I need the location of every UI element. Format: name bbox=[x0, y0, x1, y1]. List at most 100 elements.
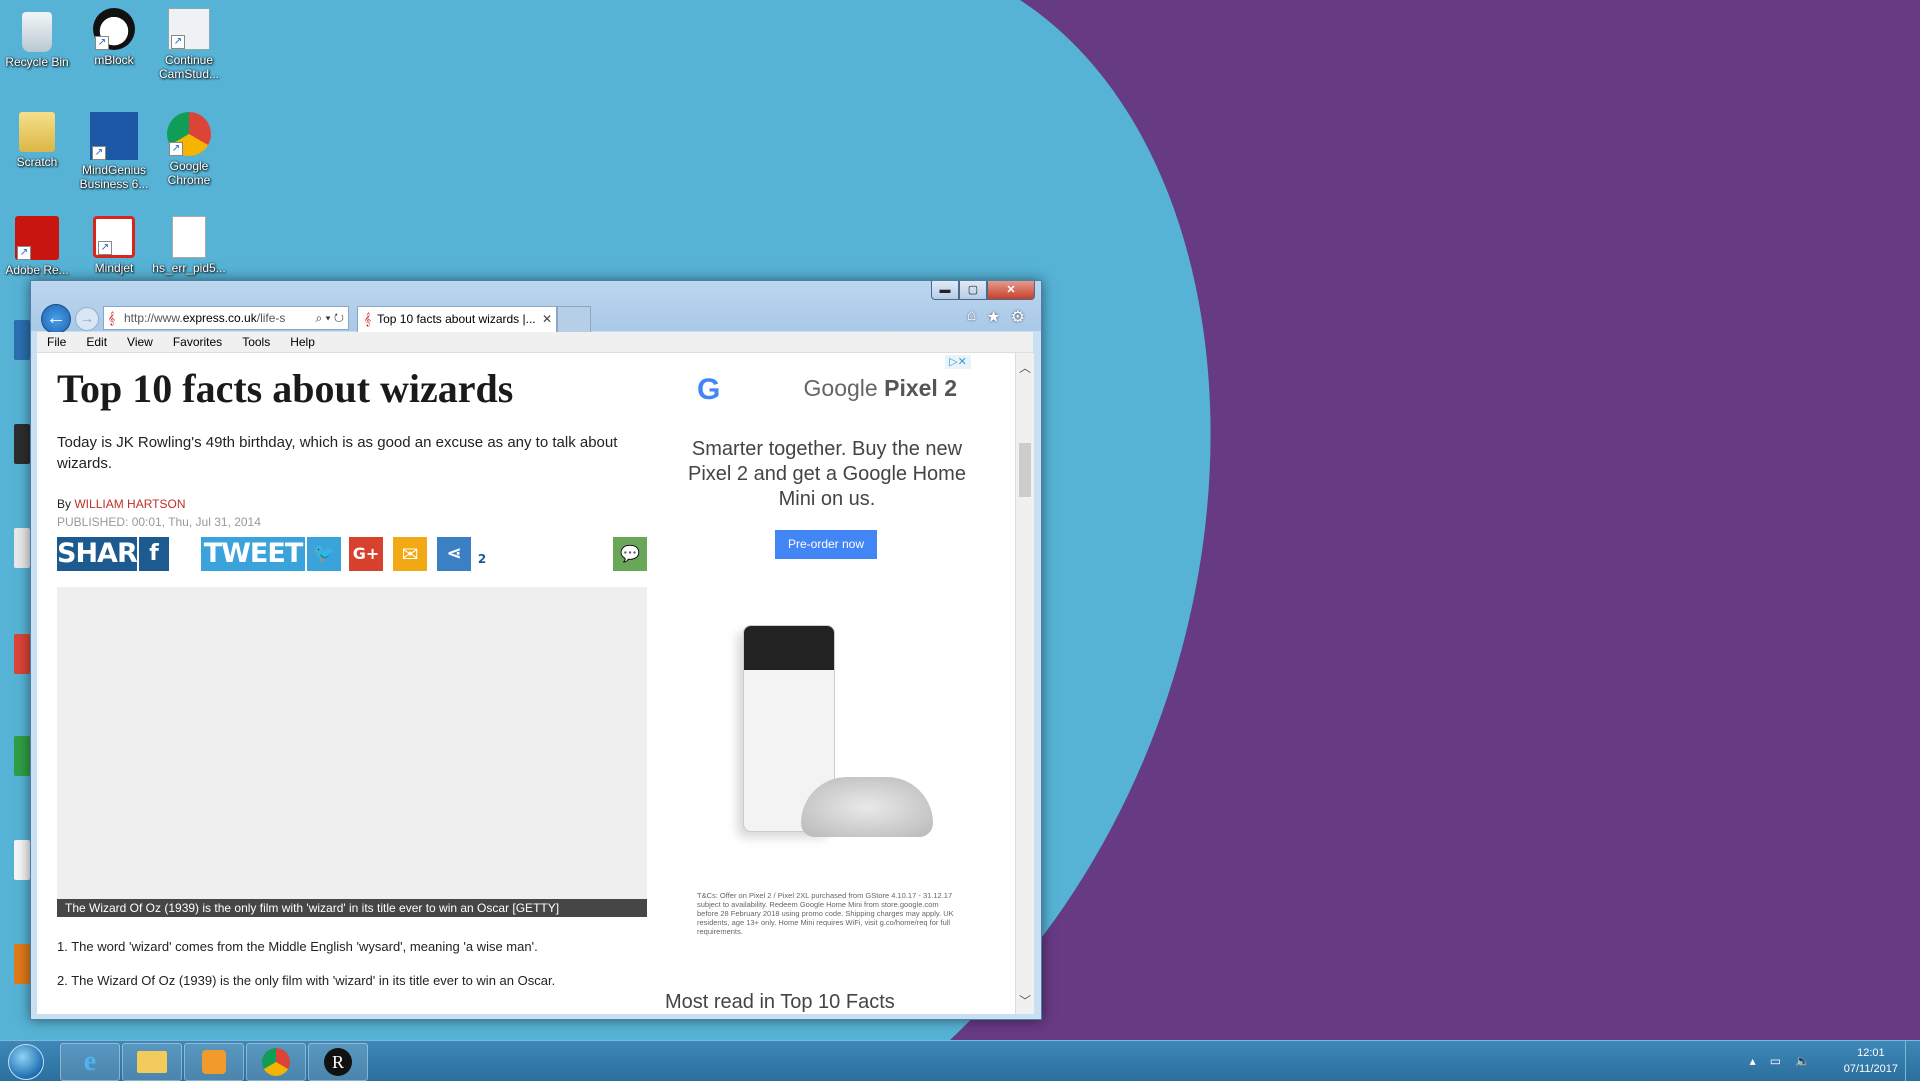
home-icon[interactable]: ⌂ bbox=[967, 307, 977, 327]
camstudio-icon: ↗ bbox=[168, 8, 210, 50]
address-prefix: http://www. bbox=[124, 311, 183, 325]
desktop-icon-adobe-reader[interactable]: ↗ Adobe Re... bbox=[0, 216, 78, 277]
desktop-icon-go-ch[interactable] bbox=[14, 634, 30, 674]
volume-muted-icon[interactable]: 🔈 bbox=[1795, 1054, 1810, 1068]
media-player-icon bbox=[202, 1050, 226, 1074]
twitter-icon[interactable]: 🐦 bbox=[307, 537, 341, 571]
window-controls: ▬ ▢ ✕ bbox=[931, 281, 1035, 300]
advertisement[interactable]: ▷✕ G Google Pixel 2 Smarter together. Bu… bbox=[677, 353, 977, 943]
vertical-scrollbar[interactable]: ︿ ﹀ bbox=[1015, 353, 1034, 1014]
email-icon[interactable]: ✉ bbox=[393, 537, 427, 571]
desktop-icon-mindjet[interactable]: ↗ Mindjet bbox=[73, 216, 155, 275]
ad-brand: Google Pixel 2 bbox=[804, 375, 957, 402]
address-suffix: /life-s bbox=[256, 311, 286, 325]
published-date: PUBLISHED: 00:01, Thu, Jul 31, 2014 bbox=[57, 515, 261, 529]
desktop-icon-mblock[interactable]: ↗ mBlock bbox=[73, 8, 155, 67]
scroll-thumb[interactable] bbox=[1019, 443, 1031, 497]
taskbar-chrome[interactable] bbox=[246, 1043, 306, 1081]
settings-gear-icon[interactable]: ⚙ bbox=[1011, 307, 1025, 327]
share-label[interactable]: SHARE bbox=[57, 537, 155, 571]
chrome-icon: ↗ bbox=[167, 112, 211, 156]
facebook-icon[interactable]: f bbox=[139, 537, 169, 571]
pre-order-button[interactable]: Pre-order now bbox=[775, 530, 877, 559]
favorites-star-icon[interactable]: ★ bbox=[986, 307, 1000, 327]
fact-item: 2. The Wizard Of Oz (1939) is the only f… bbox=[57, 973, 556, 988]
desktop-icon-mindgenius[interactable]: ↗ MindGenius Business 6... bbox=[73, 112, 155, 191]
mindgenius-icon: ↗ bbox=[90, 112, 138, 160]
tab-title: Top 10 facts about wizards |... bbox=[377, 312, 536, 326]
desktop-icon-min-2[interactable] bbox=[14, 944, 30, 984]
address-tools[interactable]: ⌕ ▾ ↻ bbox=[315, 307, 344, 329]
fact-item: 1. The word 'wizard' comes from the Midd… bbox=[57, 939, 538, 954]
byline: By WILLIAM HARTSON bbox=[57, 497, 647, 511]
browser-window: ▬ ▢ ✕ ← → 𝄞 http://www.express.co.uk/life… bbox=[30, 280, 1042, 1020]
google-plus-icon[interactable]: G+ bbox=[349, 537, 383, 571]
mindjet-icon: ↗ bbox=[93, 216, 135, 258]
scroll-down-icon[interactable]: ﹀ bbox=[1016, 992, 1034, 1010]
desktop-icon-epic[interactable] bbox=[14, 424, 30, 464]
taskbar-explorer[interactable] bbox=[122, 1043, 182, 1081]
image-caption: The Wizard Of Oz (1939) is the only film… bbox=[57, 899, 647, 917]
taskbar-r[interactable]: R bbox=[308, 1043, 368, 1081]
clock-date: 07/11/2017 bbox=[1843, 1063, 1898, 1075]
desktop-icon-hs-err[interactable]: hs_err_pid5... bbox=[148, 216, 230, 275]
desktop-icon-camstudio[interactable]: ↗ Continue CamStud... bbox=[148, 8, 230, 81]
most-read-heading: Most read in Top 10 Facts bbox=[665, 991, 895, 1013]
scroll-up-icon[interactable]: ︿ bbox=[1016, 359, 1034, 377]
author-link[interactable]: WILLIAM HARTSON bbox=[74, 497, 185, 511]
address-bar[interactable]: 𝄞 http://www.express.co.uk/life-s ⌕ ▾ ↻ bbox=[103, 306, 349, 330]
ad-brand-model: Pixel 2 bbox=[884, 375, 957, 401]
tab-close-icon[interactable]: ✕ bbox=[542, 307, 552, 331]
menu-file[interactable]: File bbox=[37, 332, 76, 352]
menu-view[interactable]: View bbox=[117, 332, 163, 352]
menu-bar: File Edit View Favorites Tools Help bbox=[37, 332, 1033, 353]
taskbar-media[interactable] bbox=[184, 1043, 244, 1081]
toolbar-icons: ⌂ ★ ⚙ bbox=[967, 307, 1025, 327]
network-icon[interactable]: ▭ bbox=[1770, 1054, 1781, 1068]
maximize-button[interactable]: ▢ bbox=[959, 281, 987, 300]
desktop-icon-label: Google Chrome bbox=[167, 159, 211, 187]
r-app-icon: R bbox=[324, 1048, 352, 1076]
google-logo-icon: G bbox=[697, 373, 721, 406]
show-desktop-button[interactable] bbox=[1905, 1041, 1920, 1081]
desktop-icon-label: mBlock bbox=[94, 53, 134, 67]
desktop-icon-edge-1[interactable] bbox=[14, 320, 30, 360]
back-button[interactable]: ← bbox=[41, 304, 71, 334]
recycle-bin-icon bbox=[22, 12, 52, 52]
desktop-icon-label: Recycle Bin bbox=[5, 55, 69, 69]
show-hidden-icons-icon[interactable]: ▴ bbox=[1750, 1054, 1756, 1068]
desktop-icon-ge[interactable] bbox=[14, 528, 30, 568]
clock[interactable]: 12:01 07/11/2017 bbox=[1844, 1045, 1898, 1077]
article-image: The Wizard Of Oz (1939) is the only film… bbox=[57, 587, 647, 917]
menu-favorites[interactable]: Favorites bbox=[163, 332, 232, 352]
desktop-icon-chrome[interactable]: ↗ Google Chrome bbox=[148, 112, 230, 187]
minimize-button[interactable]: ▬ bbox=[931, 281, 959, 300]
ad-brand-prefix: Google bbox=[803, 375, 878, 401]
comment-icon[interactable]: 💬 bbox=[613, 537, 647, 571]
forward-button[interactable]: → bbox=[75, 307, 99, 331]
desktop-icon-recycle-bin[interactable]: Recycle Bin bbox=[0, 8, 78, 69]
desktop-icon-min-1[interactable] bbox=[14, 840, 30, 880]
share-icon[interactable]: ⋖ bbox=[437, 537, 471, 571]
article-lede: Today is JK Rowling's 49th birthday, whi… bbox=[57, 434, 618, 472]
browser-tab[interactable]: 𝄞 Top 10 facts about wizards |... ✕ bbox=[357, 306, 557, 332]
desktop-icon-scratch[interactable]: Scratch bbox=[0, 112, 78, 169]
desktop-icon-label: Scratch bbox=[16, 155, 58, 169]
tweet-label[interactable]: TWEET bbox=[201, 537, 305, 571]
menu-edit[interactable]: Edit bbox=[76, 332, 117, 352]
windows-orb-icon bbox=[8, 1044, 44, 1080]
desktop-icon-gre[interactable] bbox=[14, 736, 30, 776]
new-tab-button[interactable] bbox=[557, 306, 591, 332]
start-button[interactable] bbox=[4, 1043, 48, 1080]
menu-help[interactable]: Help bbox=[280, 332, 325, 352]
byline-by: By bbox=[57, 497, 72, 511]
menu-tools[interactable]: Tools bbox=[232, 332, 280, 352]
taskbar-ie[interactable]: e bbox=[60, 1043, 120, 1081]
clock-time: 12:01 bbox=[1857, 1047, 1885, 1059]
adobe-reader-icon: ↗ bbox=[15, 216, 59, 260]
desktop-icon-label: hs_err_pid5... bbox=[152, 261, 226, 275]
document-icon bbox=[172, 216, 206, 258]
home-mini-image bbox=[801, 777, 933, 837]
adchoices-icon[interactable]: ▷✕ bbox=[945, 355, 971, 369]
close-button[interactable]: ✕ bbox=[987, 281, 1035, 300]
